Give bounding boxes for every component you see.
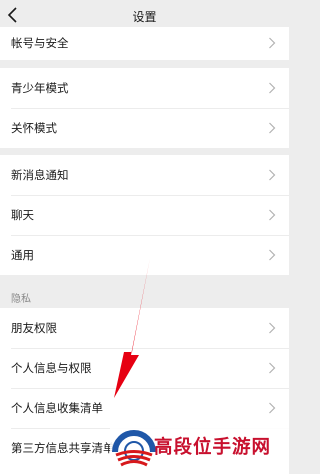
chevron-right-icon <box>269 37 276 49</box>
settings-row-care-mode[interactable]: 关怀模式 <box>0 108 289 148</box>
settings-row-label: 聊天 <box>11 208 34 222</box>
chevron-right-icon <box>269 82 276 94</box>
settings-row-label: 青少年模式 <box>11 81 69 95</box>
settings-group-modes: 青少年模式 关怀模式 <box>0 68 289 148</box>
settings-row-friend-permissions[interactable]: 朋友权限 <box>0 308 289 348</box>
settings-row-general[interactable]: 通用 <box>0 235 289 275</box>
settings-row-label: 关怀模式 <box>11 121 57 135</box>
settings-row-account-security[interactable]: 帐号与安全 <box>0 23 289 63</box>
watermark-logo <box>112 430 156 467</box>
chevron-right-icon <box>269 209 276 221</box>
chevron-right-icon <box>269 402 276 414</box>
chevron-right-icon <box>269 169 276 181</box>
settings-row-personal-info-permissions[interactable]: 个人信息与权限 <box>0 348 289 388</box>
settings-row-notifications[interactable]: 新消息通知 <box>0 155 289 195</box>
settings-row-label: 第三方信息共享清单 <box>11 441 115 455</box>
settings-row-label: 新消息通知 <box>11 168 69 182</box>
settings-row-label: 个人信息收集清单 <box>11 401 103 415</box>
settings-row-teen-mode[interactable]: 青少年模式 <box>0 68 289 108</box>
settings-row-label: 通用 <box>11 248 34 262</box>
section-header-privacy: 隐私 <box>11 294 31 305</box>
chevron-right-icon <box>269 362 276 374</box>
watermark: 高段位手游网 <box>110 420 289 474</box>
settings-row-label: 帐号与安全 <box>11 36 69 50</box>
settings-group-account: 帐号与安全 <box>0 27 289 60</box>
settings-group-general: 新消息通知 聊天 通用 <box>0 155 289 275</box>
settings-row-label: 朋友权限 <box>11 321 57 335</box>
settings-row-label: 个人信息与权限 <box>11 361 92 375</box>
settings-row-chat[interactable]: 聊天 <box>0 195 289 235</box>
chevron-right-icon <box>269 249 276 261</box>
chevron-right-icon <box>269 322 276 334</box>
watermark-text: 高段位手游网 <box>154 437 272 458</box>
chevron-right-icon <box>269 122 276 134</box>
